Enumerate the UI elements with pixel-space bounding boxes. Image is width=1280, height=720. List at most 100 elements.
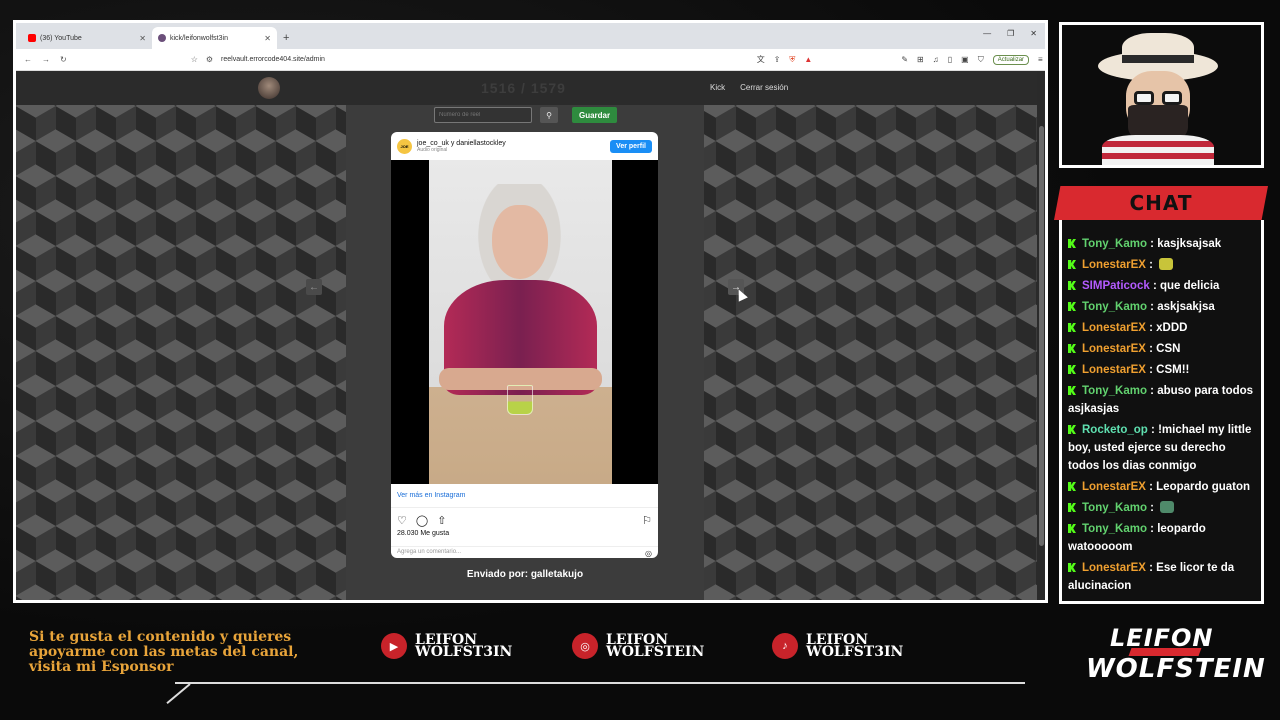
ig-users[interactable]: joe_co_uk y daniellastockley xyxy=(417,140,506,147)
chat-message: Tony_Kamo : xyxy=(1068,499,1255,517)
emote-icon xyxy=(1160,501,1175,513)
chat-username[interactable]: Tony_Kamo xyxy=(1082,502,1147,514)
media-icon[interactable]: ♫ xyxy=(933,55,939,64)
instagram-icon: ◎ xyxy=(572,633,598,659)
chat-username[interactable]: SIMPaticock xyxy=(1082,280,1150,292)
chat-username[interactable]: LonestarEX xyxy=(1082,364,1146,376)
chat-message: Tony_Kamo : askjsakjsa xyxy=(1068,298,1255,316)
chat-username[interactable]: LonestarEX xyxy=(1082,481,1146,493)
chat-username[interactable]: LonestarEX xyxy=(1082,562,1146,574)
close-window-icon[interactable]: ✕ xyxy=(1030,29,1037,38)
chat-separator: : xyxy=(1145,322,1157,334)
reel-form: ⚲ Guardar xyxy=(434,107,618,123)
prev-arrow-icon[interactable]: ← xyxy=(306,279,322,295)
comment-icon[interactable]: ◯ xyxy=(416,514,428,527)
kick-badge-icon xyxy=(1068,239,1076,248)
divider-line xyxy=(175,682,1025,684)
chat-username[interactable]: Tony_Kamo xyxy=(1082,301,1147,313)
forward-icon[interactable]: → xyxy=(42,55,50,64)
ig-header: JOE joe_co_uk y daniellastockley Audio o… xyxy=(391,132,658,160)
view-more-link[interactable]: Ver más en Instagram xyxy=(391,484,658,508)
chat-message: LonestarEX : xyxy=(1068,256,1255,274)
translate-icon[interactable]: 文 xyxy=(757,54,765,65)
close-icon[interactable]: ✕ xyxy=(264,34,271,43)
chat-text: askjsakjsa xyxy=(1157,301,1215,313)
chat-username[interactable]: LonestarEX xyxy=(1082,322,1146,334)
chat-username[interactable]: LonestarEX xyxy=(1082,259,1146,271)
chat-message: LonestarEX : Leopardo guaton xyxy=(1068,478,1255,496)
chat-username[interactable]: Tony_Kamo xyxy=(1082,523,1147,535)
extension-icon[interactable]: ⊞ xyxy=(917,55,924,64)
chat-text: que delicia xyxy=(1159,280,1220,292)
chat-separator: : xyxy=(1145,481,1157,493)
rewards-icon[interactable]: ▲ xyxy=(804,55,812,64)
ig-video-player[interactable] xyxy=(391,160,658,484)
chat-title: CHAT xyxy=(1129,191,1193,215)
sent-by-label: Enviado por: galletakujo xyxy=(466,569,584,580)
chat-username[interactable]: Rocketo_op xyxy=(1082,424,1148,436)
vpn-icon[interactable]: ⛉ xyxy=(978,55,984,65)
kick-badge-icon xyxy=(1068,386,1076,395)
kick-badge-icon xyxy=(1068,323,1076,332)
tab-kick[interactable]: kick/leifonwolfst3in ✕ xyxy=(152,27,277,49)
avatar[interactable] xyxy=(258,77,280,99)
ig-comment-field[interactable]: Agrega un comentario... ◎ xyxy=(391,546,658,558)
chat-username[interactable]: LonestarEX xyxy=(1082,343,1146,355)
logo-bottom: WOLFSTEIN xyxy=(1086,654,1266,684)
heart-icon[interactable]: ♡ xyxy=(397,514,407,527)
restore-icon[interactable]: ❐ xyxy=(1007,29,1014,38)
address-bar: ← → ↻ ☆ ⚙ reelvault.errorcode404.site/ad… xyxy=(16,49,1045,71)
pin-icon[interactable]: ✎ xyxy=(901,55,908,64)
mouse-cursor-icon xyxy=(734,287,748,302)
scrollbar-thumb[interactable] xyxy=(1039,126,1044,546)
social-name: LEIFON WOLFST3IN xyxy=(806,632,904,660)
back-icon[interactable]: ← xyxy=(24,55,32,64)
nav-logout[interactable]: Cerrar sesión xyxy=(740,83,788,92)
instagram-icon[interactable]: ◎ xyxy=(645,549,652,558)
chat-text: CSN xyxy=(1156,343,1181,355)
sidebar-icon[interactable]: ▯ xyxy=(948,55,952,64)
chat-text: CSM!! xyxy=(1156,364,1190,376)
kick-badge-icon xyxy=(1068,365,1076,374)
close-icon[interactable]: ✕ xyxy=(139,34,146,43)
share-icon[interactable]: ⇧ xyxy=(437,514,446,527)
search-icon[interactable]: ⚲ xyxy=(540,107,558,123)
chat-username[interactable]: Tony_Kamo xyxy=(1082,385,1147,397)
reload-icon[interactable]: ↻ xyxy=(60,55,67,64)
save-button[interactable]: Guardar xyxy=(572,107,618,123)
ig-avatar[interactable]: JOE xyxy=(397,138,412,154)
bookmark-icon[interactable]: ☆ xyxy=(191,55,198,64)
menu-icon[interactable]: ≡ xyxy=(1038,55,1043,64)
share-icon[interactable]: ⇪ xyxy=(774,55,781,64)
bookmark-icon[interactable]: ⚐ xyxy=(642,514,652,527)
update-button[interactable]: Actualizar xyxy=(992,54,1030,65)
brave-shield-icon[interactable]: ⛨ xyxy=(789,55,795,65)
video-glass xyxy=(507,385,533,415)
wallet-icon[interactable]: ▣ xyxy=(961,55,969,64)
ig-user-block: joe_co_uk y daniellastockley Audio origi… xyxy=(417,140,506,153)
view-profile-button[interactable]: Ver perfil xyxy=(610,139,652,153)
minimize-icon[interactable]: — xyxy=(983,29,991,38)
chat-username[interactable]: Tony_Kamo xyxy=(1082,238,1147,250)
speaker-icon xyxy=(158,34,166,42)
ig-audio[interactable]: Audio original xyxy=(417,147,506,153)
chat-text: Leopardo guaton xyxy=(1156,481,1251,493)
chat-separator: : xyxy=(1146,385,1158,397)
video-subject-face xyxy=(492,205,548,279)
tab-youtube[interactable]: (36) YouTube ✕ xyxy=(22,27,152,49)
stream-overlay: (36) YouTube ✕ kick/leifonwolfst3in ✕ + … xyxy=(0,0,1280,720)
page-scrollbar[interactable] xyxy=(1037,71,1045,600)
tab-label: kick/leifonwolfst3in xyxy=(170,34,228,42)
chat-separator: : xyxy=(1146,523,1158,535)
kick-badge-icon xyxy=(1068,260,1076,269)
kick-badge-icon xyxy=(1068,425,1076,434)
chat-separator: : xyxy=(1149,280,1160,292)
nav-kick[interactable]: Kick xyxy=(710,83,725,92)
omnibox[interactable]: ☆ ⚙ reelvault.errorcode404.site/admin xyxy=(187,52,747,68)
site-info-icon[interactable]: ⚙ xyxy=(206,55,213,64)
new-tab-button[interactable]: + xyxy=(277,32,295,49)
chat-separator: : xyxy=(1146,238,1158,250)
reel-number-input[interactable] xyxy=(434,107,532,123)
hat-crown xyxy=(1122,33,1194,69)
ig-likes[interactable]: 28.030 Me gusta xyxy=(391,529,658,538)
